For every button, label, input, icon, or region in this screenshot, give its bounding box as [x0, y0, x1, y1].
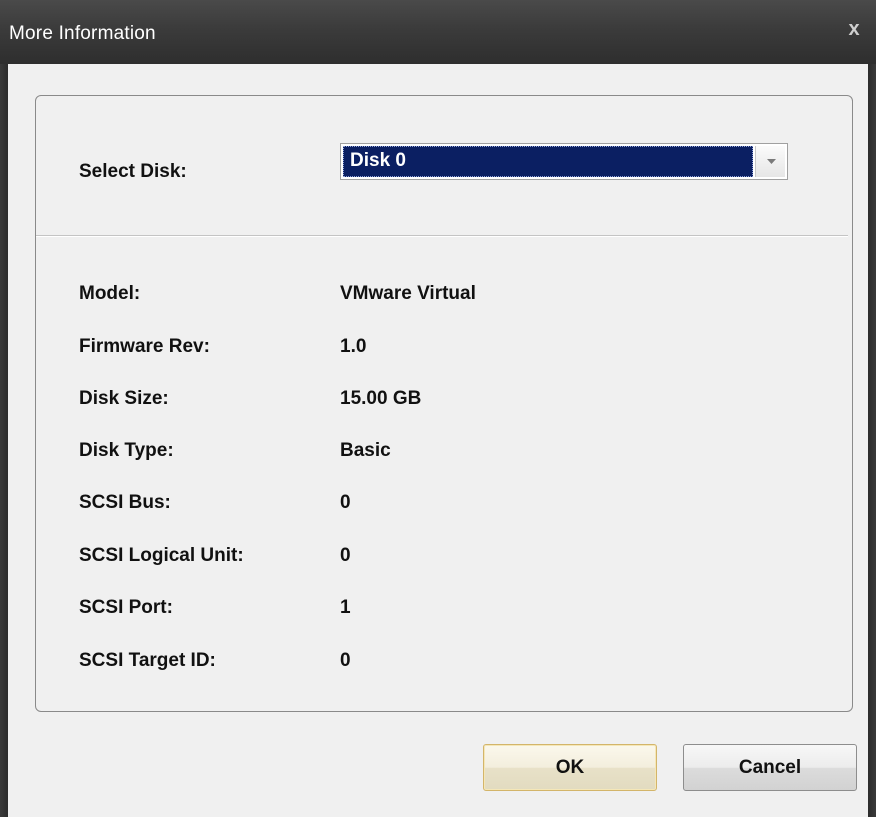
section-divider [36, 235, 848, 237]
dropdown-arrow-button[interactable] [755, 146, 785, 177]
chevron-down-icon [767, 159, 776, 164]
ok-button[interactable]: OK [483, 744, 657, 791]
cancel-button[interactable]: Cancel [683, 744, 857, 791]
window-frame-right [868, 64, 876, 817]
disk-type-label: Disk Type: [79, 440, 174, 461]
scsi-logical-unit-value: 0 [340, 545, 351, 566]
model-value: VMware Virtual [340, 283, 476, 304]
disk-size-label: Disk Size: [79, 388, 169, 409]
window-title: More Information [9, 23, 156, 44]
firmware-rev-label: Firmware Rev: [79, 336, 210, 357]
firmware-rev-value: 1.0 [340, 336, 367, 357]
select-disk-dropdown[interactable]: Disk 0 [340, 143, 788, 180]
title-bar[interactable]: More Information x [0, 0, 876, 64]
window-frame-left [0, 64, 8, 817]
scsi-bus-value: 0 [340, 492, 351, 513]
scsi-bus-label: SCSI Bus: [79, 492, 171, 513]
scsi-target-id-label: SCSI Target ID: [79, 650, 216, 671]
disk-type-value: Basic [340, 440, 391, 461]
close-icon[interactable]: x [844, 18, 864, 40]
scsi-logical-unit-label: SCSI Logical Unit: [79, 545, 244, 566]
disk-size-value: 15.00 GB [340, 388, 422, 409]
scsi-port-value: 1 [340, 597, 351, 618]
select-disk-value: Disk 0 [343, 146, 753, 177]
model-label: Model: [79, 283, 141, 304]
scsi-target-id-value: 0 [340, 650, 351, 671]
scsi-port-label: SCSI Port: [79, 597, 173, 618]
select-disk-label: Select Disk: [79, 161, 187, 182]
more-information-dialog: More Information x Select Disk: Disk 0 M… [0, 0, 876, 817]
